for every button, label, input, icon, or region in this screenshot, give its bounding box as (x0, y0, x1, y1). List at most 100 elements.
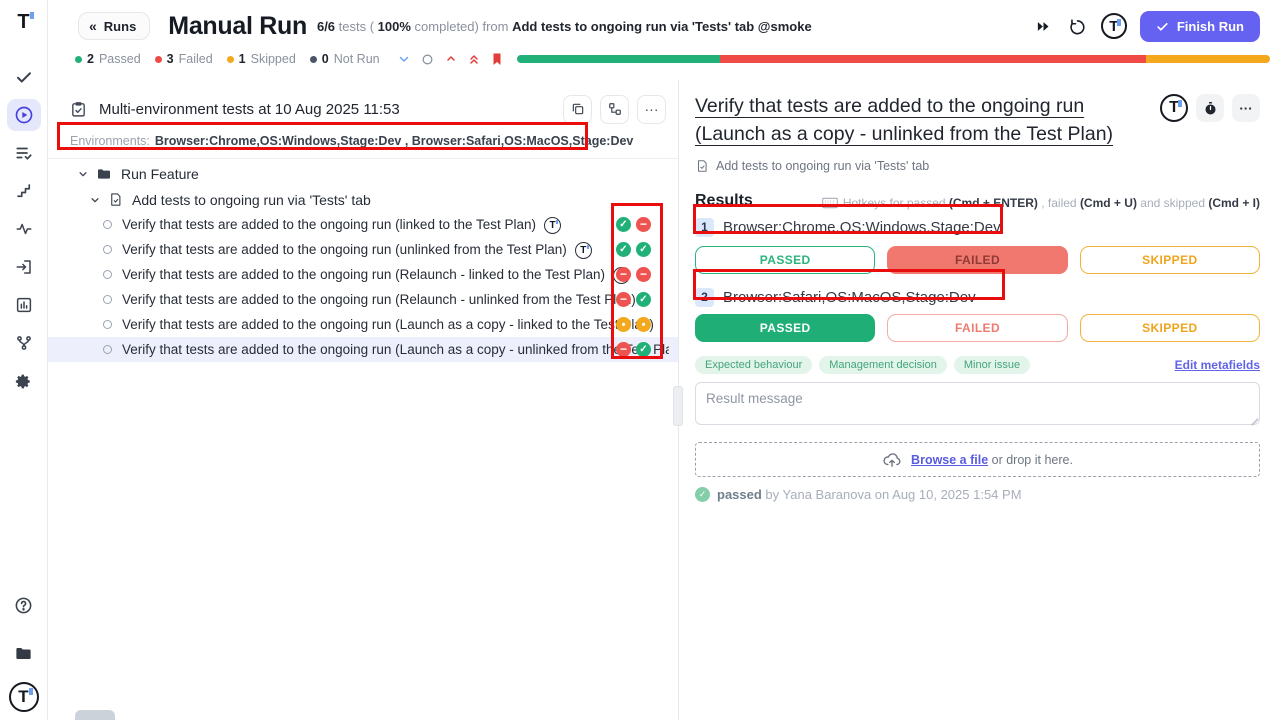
tree-suite[interactable]: Add tests to ongoing run via 'Tests' tab (48, 187, 678, 212)
test-tree: Run Feature Add tests to ongoing run via… (48, 159, 678, 362)
result-status-line: ✓ passed by Yana Baranova on Aug 10, 202… (695, 487, 1260, 502)
chevron-down-icon[interactable] (398, 53, 410, 65)
test-row-selected[interactable]: Verify that tests are added to the ongoi… (48, 337, 678, 362)
back-to-runs-button[interactable]: « Runs (78, 12, 150, 40)
result-badges (616, 342, 651, 357)
import-icon[interactable] (7, 251, 41, 283)
result-badges (616, 292, 651, 307)
branch-icon[interactable] (7, 327, 41, 359)
tag-management-decision[interactable]: Management decision (819, 356, 947, 374)
failed-button[interactable]: FAILED (887, 314, 1067, 342)
progress-failed-segment (720, 55, 1146, 63)
tag-minor-issue[interactable]: Minor issue (954, 356, 1030, 374)
document-check-icon (108, 192, 123, 207)
user-logo-icon[interactable]: T (1100, 12, 1128, 40)
result-badges (616, 242, 651, 257)
run-more-button[interactable]: ··· (637, 95, 666, 124)
finish-run-button[interactable]: Finish Run (1140, 11, 1260, 42)
test-bullet-icon (103, 270, 112, 279)
report-chart-icon[interactable] (7, 289, 41, 321)
chevron-down-icon[interactable] (90, 195, 100, 205)
group-by-suite-button[interactable] (600, 95, 629, 124)
chevron-down-icon[interactable] (78, 169, 88, 179)
failed-button[interactable]: FAILED (887, 246, 1067, 274)
test-bullet-icon (103, 345, 112, 354)
fast-forward-icon[interactable] (1030, 12, 1058, 40)
environment-section-2: 2 Browser:Safari,OS:MacOS,Stage:Dev PASS… (695, 284, 1260, 342)
passed-button[interactable]: PASSED (695, 246, 875, 274)
result-badge-env2 (636, 217, 651, 232)
test-row[interactable]: Verify that tests are added to the ongoi… (48, 287, 678, 312)
results-heading: Results (695, 192, 753, 210)
account-logo-icon[interactable]: T (9, 682, 39, 712)
progress-skipped-segment (1146, 55, 1270, 63)
pulse-icon[interactable] (7, 213, 41, 245)
run-progress-bar (517, 55, 1270, 63)
result-badge-env2 (636, 292, 651, 307)
result-badge-env1 (616, 267, 631, 282)
result-badge-env1 (616, 342, 631, 357)
bookmark-icon[interactable] (491, 52, 503, 66)
passed-check-icon: ✓ (695, 487, 710, 502)
file-dropzone[interactable]: Browse a file or drop it here. (695, 442, 1260, 477)
passed-button[interactable]: PASSED (695, 314, 875, 342)
plans-list-check-icon[interactable] (7, 137, 41, 169)
result-badge-env1 (616, 317, 631, 332)
hierarchy-icon (608, 102, 622, 116)
environment-name: Browser:Chrome,OS:Windows,Stage:Dev (723, 219, 1001, 236)
environment-number-badge: 2 (695, 288, 714, 307)
double-chevron-up-icon[interactable] (468, 52, 480, 66)
test-bullet-icon (103, 295, 112, 304)
skipped-button[interactable]: SKIPPED (1080, 314, 1260, 342)
folder-icon (96, 166, 112, 182)
result-badges (616, 317, 651, 332)
projects-folder-icon[interactable] (7, 637, 41, 669)
runs-play-icon[interactable] (7, 99, 41, 131)
test-row[interactable]: Verify that tests are added to the ongoi… (48, 262, 678, 287)
check-icon (1156, 20, 1169, 33)
keyboard-icon (822, 197, 838, 209)
timer-button[interactable] (1196, 94, 1224, 122)
stopwatch-icon (1203, 101, 1218, 116)
test-row[interactable]: Verify that tests are added to the ongoi… (48, 212, 678, 237)
chevron-up-icon[interactable] (445, 53, 457, 65)
result-message-input[interactable] (695, 382, 1260, 425)
circle-icon[interactable] (421, 53, 434, 66)
test-title-link[interactable]: Verify that tests are added to the ongoi… (695, 92, 1127, 148)
page-header: « Runs Manual Run 6/6 tests ( 100% compl… (48, 0, 1280, 80)
help-icon[interactable] (7, 589, 41, 621)
result-badge-env2 (636, 267, 651, 282)
copy-run-button[interactable] (563, 95, 592, 124)
result-badge-env1 (616, 217, 631, 232)
settings-gear-icon[interactable] (7, 365, 41, 397)
skipped-button[interactable]: SKIPPED (1080, 246, 1260, 274)
testomat-badge-icon: T (544, 216, 561, 234)
tests-check-icon[interactable] (7, 61, 41, 93)
test-row[interactable]: Verify that tests are added to the ongoi… (48, 237, 678, 262)
tag-expected-behaviour[interactable]: Expected behaviour (695, 356, 812, 374)
testomat-badge-icon: T (575, 241, 592, 259)
result-badge-env1 (616, 292, 631, 307)
test-row[interactable]: Verify that tests are added to the ongoi… (48, 312, 678, 337)
retry-timer-icon[interactable] (1064, 12, 1092, 40)
testomat-badge-icon: T (1160, 94, 1188, 122)
environments-line: Environments:Browser:Chrome,OS:Windows,S… (70, 130, 678, 152)
progress-passed-segment (517, 55, 720, 63)
browse-file-link[interactable]: Browse a file (911, 453, 988, 467)
run-summary: 6/6 tests ( 100% completed) from Add tes… (317, 19, 812, 34)
chevrons-left-icon: « (89, 18, 97, 34)
suite-breadcrumb[interactable]: Add tests to ongoing run via 'Tests' tab (695, 158, 1260, 174)
test-bullet-icon (103, 245, 112, 254)
copy-icon (571, 102, 585, 116)
steps-icon[interactable] (7, 175, 41, 207)
clipboard-check-icon (70, 101, 87, 118)
failed-count: 3Failed (155, 52, 213, 66)
result-badge-env2 (636, 317, 651, 332)
app-logo-icon[interactable]: T (10, 8, 38, 36)
test-bullet-icon (103, 220, 112, 229)
left-sidebar: T T (0, 0, 48, 720)
test-more-button[interactable]: ··· (1232, 94, 1260, 122)
tree-folder-run-feature[interactable]: Run Feature (48, 161, 678, 187)
edit-metafields-link[interactable]: Edit metafields (1175, 358, 1260, 372)
run-tree-panel: Multi-environment tests at 10 Aug 2025 1… (48, 80, 678, 720)
